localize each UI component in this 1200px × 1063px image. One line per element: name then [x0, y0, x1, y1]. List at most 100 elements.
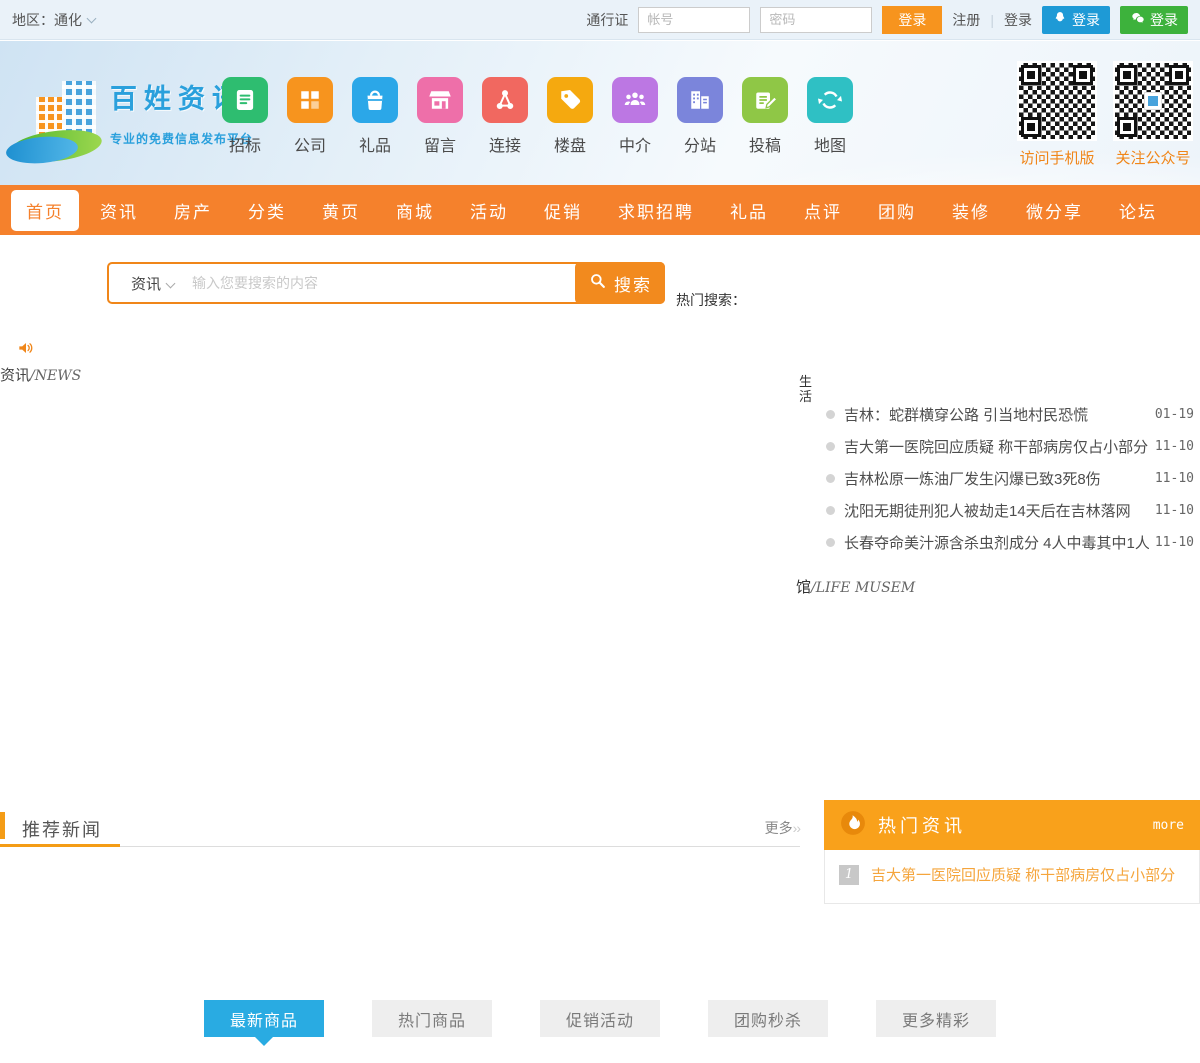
flame-icon — [840, 810, 866, 841]
product-tabs: 最新商品 热门商品 促销活动 团购秒杀 更多精彩 — [0, 1000, 1200, 1037]
people-icon — [612, 77, 658, 123]
recommended-more-link[interactable]: 更多›› — [765, 818, 800, 838]
hot-news-header: 热门资讯 more — [824, 800, 1200, 850]
news-title-cn: 资讯 — [0, 367, 30, 384]
region-label: 地区：通化 — [12, 12, 82, 28]
nav-item-forum[interactable]: 论坛 — [1104, 190, 1172, 231]
hot-news-more-link[interactable]: more — [1153, 818, 1184, 833]
page: 地区：通化 通行证 登录 注册 | 登录 登录 登录 — [0, 0, 1200, 1063]
news-row[interactable]: 吉林：蛇群横穿公路 引当地村民恐慌 01-19 — [820, 398, 1194, 430]
hot-news-body: 1 吉大第一医院回应质疑 称干部病房仅占小部分 — [824, 850, 1200, 904]
qr-mobile: 访问手机版 — [1016, 61, 1098, 168]
quick-link-zhaobiao[interactable]: 招标 — [222, 77, 268, 156]
quick-link-loupan[interactable]: 楼盘 — [547, 77, 593, 156]
section-marker — [0, 812, 5, 839]
document-icon — [222, 77, 268, 123]
chevron-down-icon — [166, 278, 176, 288]
recommended-news-section: 推荐新闻 更多›› — [0, 808, 800, 848]
nav-item-classified[interactable]: 分类 — [233, 190, 301, 231]
search-box: 资讯 搜索 — [107, 262, 665, 304]
bullet-icon — [826, 506, 835, 515]
tab-flash-deals[interactable]: 团购秒杀 — [708, 1000, 828, 1037]
qq-login-label: 登录 — [1072, 10, 1100, 30]
nav-item-mall[interactable]: 商城 — [381, 190, 449, 231]
quick-link-ditu[interactable]: 地图 — [807, 77, 853, 156]
qr-wechat-image — [1113, 61, 1193, 141]
active-underline — [0, 844, 120, 847]
quick-link-lianjie[interactable]: 连接 — [482, 77, 528, 156]
storefront-icon — [417, 77, 463, 123]
tab-latest-products[interactable]: 最新商品 — [204, 1000, 324, 1037]
life-section-vertical-label: 生活 — [799, 374, 814, 404]
nav-item-microshare[interactable]: 微分享 — [1011, 190, 1098, 231]
life-news-list: 吉林：蛇群横穿公路 引当地村民恐慌 01-19 吉大第一医院回应质疑 称干部病房… — [820, 398, 1194, 558]
nav-item-activities[interactable]: 活动 — [455, 190, 523, 231]
search-button[interactable]: 搜索 — [575, 262, 665, 304]
login-button[interactable]: 登录 — [882, 6, 942, 34]
wechat-login-label: 登录 — [1150, 10, 1178, 30]
search-button-label: 搜索 — [614, 271, 652, 296]
nav-item-news[interactable]: 资讯 — [85, 190, 153, 231]
nav-item-jobs[interactable]: 求职招聘 — [603, 190, 709, 231]
quick-link-fenzhan[interactable]: 分站 — [677, 77, 723, 156]
tab-hot-products[interactable]: 热门商品 — [372, 1000, 492, 1037]
quick-link-gongsi[interactable]: 公司 — [287, 77, 333, 156]
life-section-en: /LIFE MUSEM — [811, 580, 915, 596]
nav-item-realestate[interactable]: 房产 — [159, 190, 227, 231]
chevron-down-icon — [87, 13, 97, 23]
quick-link-lipin[interactable]: 礼品 — [352, 77, 398, 156]
qr-center-logo — [1144, 92, 1162, 110]
password-input[interactable] — [760, 7, 872, 33]
qq-login-button[interactable]: 登录 — [1042, 6, 1110, 34]
nav-item-groupbuy[interactable]: 团购 — [863, 190, 931, 231]
wechat-icon — [1130, 10, 1146, 29]
nav-item-gifts[interactable]: 礼品 — [715, 190, 783, 231]
bullet-icon — [826, 538, 835, 547]
qq-icon — [1052, 10, 1068, 29]
register-link[interactable]: 注册 — [952, 10, 980, 30]
bag-icon — [352, 77, 398, 123]
news-row[interactable]: 沈阳无期徒刑犯人被劫走14天后在吉林落网 11-10 — [820, 494, 1194, 526]
hot-news-item[interactable]: 1 吉大第一医院回应质疑 称干部病房仅占小部分 — [839, 864, 1185, 885]
quick-link-tougao[interactable]: 投稿 — [742, 77, 788, 156]
quick-link-liuyan[interactable]: 留言 — [417, 77, 463, 156]
hot-search-label: 热门搜索： — [676, 290, 746, 310]
account-input[interactable] — [638, 7, 750, 33]
tag-icon — [547, 77, 593, 123]
login-link[interactable]: 登录 — [1004, 10, 1032, 30]
quick-icon-grid: 招标 公司 礼品 留言 — [222, 77, 853, 156]
nav-item-decoration[interactable]: 装修 — [937, 190, 1005, 231]
search-input[interactable] — [184, 264, 575, 302]
passport-label: 通行证 — [586, 10, 628, 30]
buildings-icon — [677, 77, 723, 123]
search-category-dropdown[interactable]: 资讯 — [109, 264, 184, 302]
news-title-en: /NEWS — [30, 368, 81, 384]
news-row[interactable]: 吉大第一医院回应质疑 称干部病房仅占小部分 11-10 — [820, 430, 1194, 462]
share-nodes-icon — [482, 77, 528, 123]
sync-icon — [807, 77, 853, 123]
bullet-icon — [826, 442, 835, 451]
main-nav: 首页 资讯 房产 分类 黄页 商城 活动 促销 求职招聘 礼品 点评 团购 装修… — [0, 185, 1200, 235]
qr-wechat: 关注公众号 — [1112, 61, 1194, 168]
nav-item-yellowpages[interactable]: 黄页 — [307, 190, 375, 231]
qr-mobile-image — [1017, 61, 1097, 141]
news-row[interactable]: 吉林松原一炼油厂发生闪爆已致3死8伤 11-10 — [820, 462, 1194, 494]
qr-area: 访问手机版 关注公众号 — [1016, 61, 1194, 168]
quick-link-zhongjie[interactable]: 中介 — [612, 77, 658, 156]
bullet-icon — [826, 410, 835, 419]
wechat-login-button[interactable]: 登录 — [1120, 6, 1188, 34]
tab-promotions[interactable]: 促销活动 — [540, 1000, 660, 1037]
site-logo[interactable]: 百姓资讯 专业的免费信息发布平台 — [6, 55, 216, 173]
news-row[interactable]: 长春夺命美汁源含杀虫剂成分 4人中毒其中1人死亡 11-10 — [820, 526, 1194, 558]
nav-item-home[interactable]: 首页 — [11, 190, 79, 231]
tab-more-highlights[interactable]: 更多精彩 — [876, 1000, 996, 1037]
recommended-title: 推荐新闻 — [22, 816, 102, 842]
site-header: 百姓资讯 专业的免费信息发布平台 招标 公司 礼品 — [0, 41, 1200, 185]
region-selector[interactable]: 地区：通化 — [12, 10, 95, 30]
bullet-icon — [826, 474, 835, 483]
nav-item-reviews[interactable]: 点评 — [789, 190, 857, 231]
nav-item-promotions[interactable]: 促销 — [529, 190, 597, 231]
grid-icon — [287, 77, 333, 123]
compose-icon — [742, 77, 788, 123]
rank-badge: 1 — [839, 865, 859, 885]
